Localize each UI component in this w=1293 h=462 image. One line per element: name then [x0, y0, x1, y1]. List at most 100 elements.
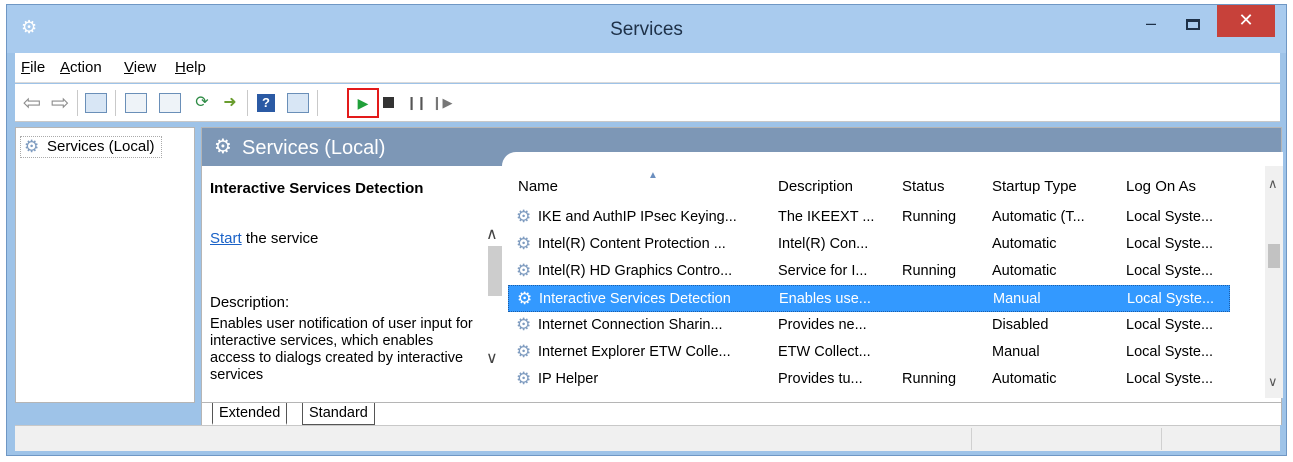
scroll-up-icon[interactable]: ∧: [1268, 176, 1278, 192]
cell-description: Service for I...: [778, 263, 868, 279]
start-service-suffix: the service: [241, 230, 319, 247]
header-curve-decoration: [502, 152, 1283, 166]
column-header-name[interactable]: Name: [518, 178, 558, 195]
toolbar-separator: [247, 90, 248, 116]
description-scrollbar-thumb[interactable]: [488, 246, 502, 296]
cell-log-on-as: Local Syste...: [1126, 236, 1214, 252]
cell-startup-type: Automatic (T...: [992, 209, 1085, 225]
service-gear-icon: ⚙: [516, 315, 532, 334]
resume-service-icon[interactable]: ❙▶: [431, 93, 453, 113]
maximize-icon: [1186, 19, 1200, 30]
cell-log-on-as: Local Syste...: [1126, 371, 1214, 387]
stop-service-icon[interactable]: [377, 93, 399, 113]
services-table: ▲ Name Description Status Startup Type L…: [508, 166, 1283, 398]
forward-arrow-icon[interactable]: ⇨: [49, 92, 71, 114]
cell-log-on-as: Local Syste...: [1127, 291, 1215, 307]
table-row[interactable]: ⚙ Intel(R) Content Protection ... Intel(…: [508, 231, 1230, 258]
copy-icon[interactable]: [159, 93, 181, 113]
status-bar: [15, 425, 1280, 451]
start-service-icon[interactable]: ▶: [352, 93, 374, 113]
pause-service-icon[interactable]: ❙❙: [405, 93, 427, 113]
table-row[interactable]: ⚙ Internet Connection Sharin... Provides…: [508, 312, 1230, 339]
menu-view[interactable]: View: [124, 59, 156, 76]
start-service-link[interactable]: Start: [210, 230, 242, 247]
cell-startup-type: Disabled: [992, 317, 1049, 333]
service-gear-icon: ⚙: [516, 207, 532, 226]
cell-description: Enables use...: [779, 291, 871, 307]
service-gear-icon: ⚙: [516, 261, 532, 280]
chevron-down-icon[interactable]: ∨: [486, 348, 498, 368]
column-header-status[interactable]: Status: [902, 178, 945, 195]
menu-bar: File Action View Help: [15, 53, 1280, 83]
service-gear-icon: ⚙: [516, 234, 532, 253]
maximize-button[interactable]: [1179, 13, 1207, 39]
description-label: Description:: [210, 294, 290, 311]
selected-service-title: Interactive Services Detection: [210, 180, 424, 197]
cell-name: Internet Connection Sharin...: [538, 317, 723, 333]
back-arrow-icon[interactable]: ⇦: [21, 92, 43, 114]
cell-startup-type: Manual: [992, 344, 1040, 360]
cell-description: Provides ne...: [778, 317, 867, 333]
export-list-icon[interactable]: ➜: [219, 93, 241, 113]
toolbar-separator: [115, 90, 116, 116]
toolbar-separator: [77, 90, 78, 116]
pane-header: ⚙ Services (Local): [202, 128, 1283, 166]
cell-log-on-as: Local Syste...: [1126, 263, 1214, 279]
cell-startup-type: Automatic: [992, 263, 1057, 279]
table-row[interactable]: ⚙ IKE and AuthIP IPsec Keying... The IKE…: [508, 204, 1230, 231]
cell-description: The IKEEXT ...: [778, 209, 875, 225]
show-hide-console-tree-icon[interactable]: [85, 93, 107, 113]
menu-file[interactable]: File: [21, 59, 45, 76]
table-row[interactable]: ⚙ Internet Explorer ETW Colle... ETW Col…: [508, 339, 1230, 366]
cell-name: Internet Explorer ETW Colle...: [538, 344, 731, 360]
window-title: Services: [610, 19, 683, 40]
tree-item-services-local[interactable]: ⚙ Services (Local): [20, 136, 162, 158]
table-row[interactable]: ⚙ Intel(R) HD Graphics Contro... Service…: [508, 258, 1230, 285]
service-gear-icon: ⚙: [516, 342, 532, 361]
title-bar[interactable]: ⚙ Services – ✕: [7, 5, 1286, 53]
help-icon[interactable]: ?: [257, 94, 275, 112]
cell-name: Interactive Services Detection: [539, 291, 731, 307]
cell-description: ETW Collect...: [778, 344, 871, 360]
show-hide-action-pane-icon[interactable]: [287, 93, 309, 113]
cell-status: Running: [902, 263, 957, 279]
cell-status: Running: [902, 371, 957, 387]
chevron-up-icon[interactable]: ∧: [486, 224, 498, 244]
menu-action[interactable]: Action: [60, 59, 102, 76]
cell-status: Running: [902, 209, 957, 225]
column-header-startup-type[interactable]: Startup Type: [992, 178, 1077, 195]
cell-name: Intel(R) Content Protection ...: [538, 236, 726, 252]
cell-startup-type: Automatic: [992, 371, 1057, 387]
gear-icon: ⚙: [214, 136, 232, 158]
toolbar-separator: [317, 90, 318, 116]
menu-help[interactable]: Help: [175, 59, 206, 76]
service-gear-icon: ⚙: [517, 289, 533, 308]
table-row[interactable]: ⚙ IP Helper Provides tu... Running Autom…: [508, 366, 1230, 393]
gear-icon: ⚙: [24, 137, 40, 156]
cell-name: IKE and AuthIP IPsec Keying...: [538, 209, 737, 225]
status-divider: [1161, 428, 1162, 450]
services-window: ⚙ Services – ✕ File Action View Help ⇦ ⇨…: [6, 4, 1287, 456]
sort-ascending-icon: ▲: [648, 170, 658, 181]
service-gear-icon: ⚙: [516, 369, 532, 388]
table-row-selected[interactable]: ⚙ Interactive Services Detection Enables…: [508, 285, 1230, 312]
column-header-description[interactable]: Description: [778, 178, 853, 195]
column-header-log-on-as[interactable]: Log On As: [1126, 178, 1196, 195]
services-pane: ⚙ Services (Local) Interactive Services …: [201, 127, 1283, 403]
description-text: Enables user notification of user input …: [210, 316, 473, 383]
minimize-button[interactable]: –: [1137, 13, 1165, 39]
toolbar: ⇦ ⇨ ⟳ ➜ ? ▶ ❙❙ ❙▶: [15, 84, 1280, 122]
tab-standard[interactable]: Standard: [302, 403, 375, 425]
table-vertical-scrollbar[interactable]: ∧ ∨: [1265, 166, 1283, 398]
cell-startup-type: Manual: [993, 291, 1041, 307]
cell-description: Provides tu...: [778, 371, 863, 387]
scrollbar-thumb[interactable]: [1268, 244, 1280, 268]
properties-icon[interactable]: [125, 93, 147, 113]
view-tabs: Extended Standard: [201, 403, 1282, 425]
scroll-down-icon[interactable]: ∨: [1268, 374, 1278, 390]
close-button[interactable]: ✕: [1217, 5, 1275, 37]
refresh-icon[interactable]: ⟳: [191, 93, 213, 113]
tab-extended[interactable]: Extended: [212, 403, 288, 425]
cell-description: Intel(R) Con...: [778, 236, 869, 252]
cell-log-on-as: Local Syste...: [1126, 209, 1214, 225]
